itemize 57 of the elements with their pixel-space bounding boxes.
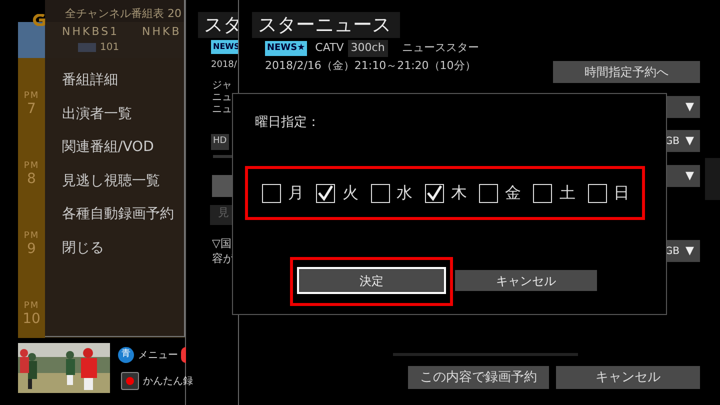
color-key[interactable]: 青: [118, 347, 134, 363]
air-datetime: 2018/2/16（金）21:10～21:20（10分）: [265, 58, 476, 74]
checkbox[interactable]: [370, 184, 390, 202]
genre-badge: NEWS★: [265, 40, 308, 56]
channel-logo-icon: [78, 43, 96, 52]
time-period: PM: [22, 302, 40, 312]
dialog-label: 曜日指定：: [255, 114, 320, 132]
menu-item[interactable]: 見逃し視聴一覧: [62, 170, 160, 192]
info-text: ジャ: [212, 79, 232, 93]
time-hour: 8: [26, 172, 37, 188]
menu-item[interactable]: 閉じる: [62, 238, 104, 258]
day-label: 水: [396, 182, 413, 204]
program-title: スターニュース: [252, 12, 400, 38]
time-hour: 10: [22, 312, 42, 328]
menu-item[interactable]: 各種自動録画予約: [62, 204, 174, 225]
day-label: 日: [614, 182, 630, 204]
time-period: PM: [22, 162, 40, 172]
dialog-button[interactable]: 決定: [297, 267, 446, 294]
time-hour: 9: [26, 242, 37, 258]
menu-item[interactable]: 番組詳細: [62, 70, 118, 91]
footer-button[interactable]: キャンセル: [556, 366, 700, 389]
info-text: ニュ: [212, 91, 232, 105]
channel-number: 101: [100, 41, 120, 55]
day-label: 金: [505, 182, 522, 204]
key-label: メニュー: [138, 348, 178, 362]
menu-item[interactable]: 出演者一覧: [62, 104, 132, 124]
epg-title: 全チャンネル番組表 20: [65, 6, 182, 22]
day-label: 木: [450, 182, 467, 204]
time-period: PM: [22, 92, 40, 102]
checkbox[interactable]: [588, 184, 607, 202]
dialog-button[interactable]: キャンセル: [455, 270, 597, 291]
day-label: 月: [288, 182, 304, 204]
time-reserve-button[interactable]: 時間指定予約へ: [553, 61, 700, 83]
network-label: CATV: [315, 40, 344, 56]
day-label: 火: [342, 182, 358, 204]
info-text: ニュ: [212, 103, 232, 117]
checkbox[interactable]: [479, 184, 498, 202]
checkbox[interactable]: [424, 184, 444, 202]
station-name: ニューススター: [402, 40, 479, 56]
channel-name: NHKBS1: [62, 24, 120, 40]
footer-button[interactable]: この内容で録画予約: [408, 366, 549, 389]
record-icon[interactable]: [121, 372, 139, 390]
channel-label: 300ch: [348, 40, 388, 56]
channel-name: NHKB: [142, 24, 182, 40]
menu-item[interactable]: 関連番組/VOD: [62, 137, 154, 158]
description-text: ▽国: [212, 236, 232, 252]
time-period: PM: [22, 232, 40, 242]
key-label: かんたん録: [143, 374, 193, 388]
storage-label: HD: [211, 134, 229, 150]
day-label: 土: [559, 182, 576, 204]
time-hour: 7: [26, 102, 37, 118]
side-panel: [705, 158, 720, 200]
checkbox[interactable]: [316, 184, 336, 202]
checkbox[interactable]: [533, 184, 552, 202]
color-key[interactable]: [181, 347, 186, 363]
checkbox[interactable]: [262, 184, 281, 202]
air-date: 2018/: [211, 59, 237, 72]
